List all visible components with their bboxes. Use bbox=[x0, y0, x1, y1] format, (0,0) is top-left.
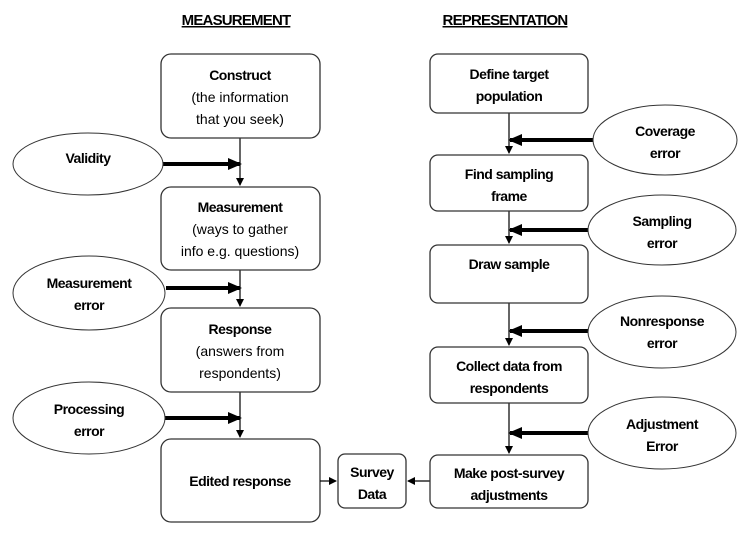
box-measurement-subtitle-2: info e.g. questions) bbox=[181, 243, 299, 259]
ellipse-measurement-error-line-2: error bbox=[74, 297, 105, 313]
box-construct: Construct (the information that you seek… bbox=[160, 53, 321, 139]
ellipse-adjustment-error: Adjustment Error bbox=[587, 396, 737, 470]
box-find-sampling-frame: Find sampling frame bbox=[429, 154, 589, 212]
box-construct-subtitle-2: that you seek) bbox=[196, 111, 284, 127]
box-measurement-subtitle-1: (ways to gather bbox=[192, 221, 288, 237]
box-find-sampling-frame-line-2: frame bbox=[491, 188, 527, 204]
box-construct-title: Construct bbox=[209, 67, 271, 83]
ellipse-measurement-error: Measurement error bbox=[12, 255, 166, 331]
box-post-survey-adjustments-line-1: Make post-survey bbox=[454, 465, 565, 481]
box-draw-sample: Draw sample bbox=[429, 244, 589, 304]
box-edited-response-title: Edited response bbox=[189, 473, 291, 489]
ellipse-adjustment-error-line-1: Adjustment bbox=[626, 416, 699, 432]
box-post-survey-adjustments: Make post-survey adjustments bbox=[429, 454, 589, 509]
ellipse-coverage-error-line-1: Coverage bbox=[635, 123, 696, 139]
ellipse-sampling-error-line-2: error bbox=[647, 235, 678, 251]
ellipse-processing-error-line-2: error bbox=[74, 423, 105, 439]
box-measurement-title: Measurement bbox=[198, 199, 284, 215]
heading-representation: REPRESENTATION bbox=[443, 12, 568, 29]
ellipse-validity-label: Validity bbox=[65, 150, 111, 166]
box-define-target-population-line-1: Define target bbox=[469, 66, 549, 82]
box-survey-data-line-1: Survey bbox=[350, 464, 394, 480]
box-draw-sample-line-1: Draw sample bbox=[469, 256, 551, 272]
box-define-target-population: Define target population bbox=[429, 53, 589, 114]
box-response-subtitle-1: (answers from bbox=[196, 343, 285, 359]
ellipse-processing-error: Processing error bbox=[12, 381, 166, 455]
box-post-survey-adjustments-line-2: adjustments bbox=[471, 487, 549, 503]
ellipse-nonresponse-error-line-2: error bbox=[647, 335, 678, 351]
box-measurement: Measurement (ways to gather info e.g. qu… bbox=[160, 186, 321, 271]
ellipse-nonresponse-error-line-1: Nonresponse bbox=[620, 313, 705, 329]
ellipse-processing-error-line-1: Processing bbox=[54, 401, 124, 417]
ellipse-coverage-error-line-2: error bbox=[650, 145, 681, 161]
box-collect-data-line-2: respondents bbox=[470, 380, 549, 396]
heading-measurement: MEASUREMENT bbox=[182, 12, 291, 29]
ellipse-coverage-error: Coverage error bbox=[592, 104, 738, 176]
ellipse-adjustment-error-line-2: Error bbox=[646, 438, 679, 454]
box-response-title: Response bbox=[209, 321, 273, 337]
box-survey-data-line-2: Data bbox=[358, 486, 387, 502]
box-collect-data-line-1: Collect data from bbox=[456, 358, 562, 374]
ellipse-measurement-error-line-1: Measurement bbox=[47, 275, 133, 291]
box-find-sampling-frame-line-1: Find sampling bbox=[465, 166, 553, 182]
box-construct-subtitle-1: (the information bbox=[191, 89, 288, 105]
ellipse-validity: Validity bbox=[12, 132, 164, 196]
box-edited-response: Edited response bbox=[160, 438, 321, 523]
box-response-subtitle-2: respondents) bbox=[199, 365, 281, 381]
box-collect-data: Collect data from respondents bbox=[429, 346, 589, 404]
ellipse-sampling-error: Sampling error bbox=[587, 194, 737, 266]
box-define-target-population-line-2: population bbox=[476, 88, 543, 104]
box-survey-data: Survey Data bbox=[337, 453, 407, 509]
ellipse-nonresponse-error: Nonresponse error bbox=[587, 295, 737, 369]
box-response: Response (answers from respondents) bbox=[160, 307, 321, 393]
survey-error-diagram: MEASUREMENT REPRESENTATION Construct (th… bbox=[12, 12, 738, 523]
ellipse-sampling-error-line-1: Sampling bbox=[632, 213, 691, 229]
